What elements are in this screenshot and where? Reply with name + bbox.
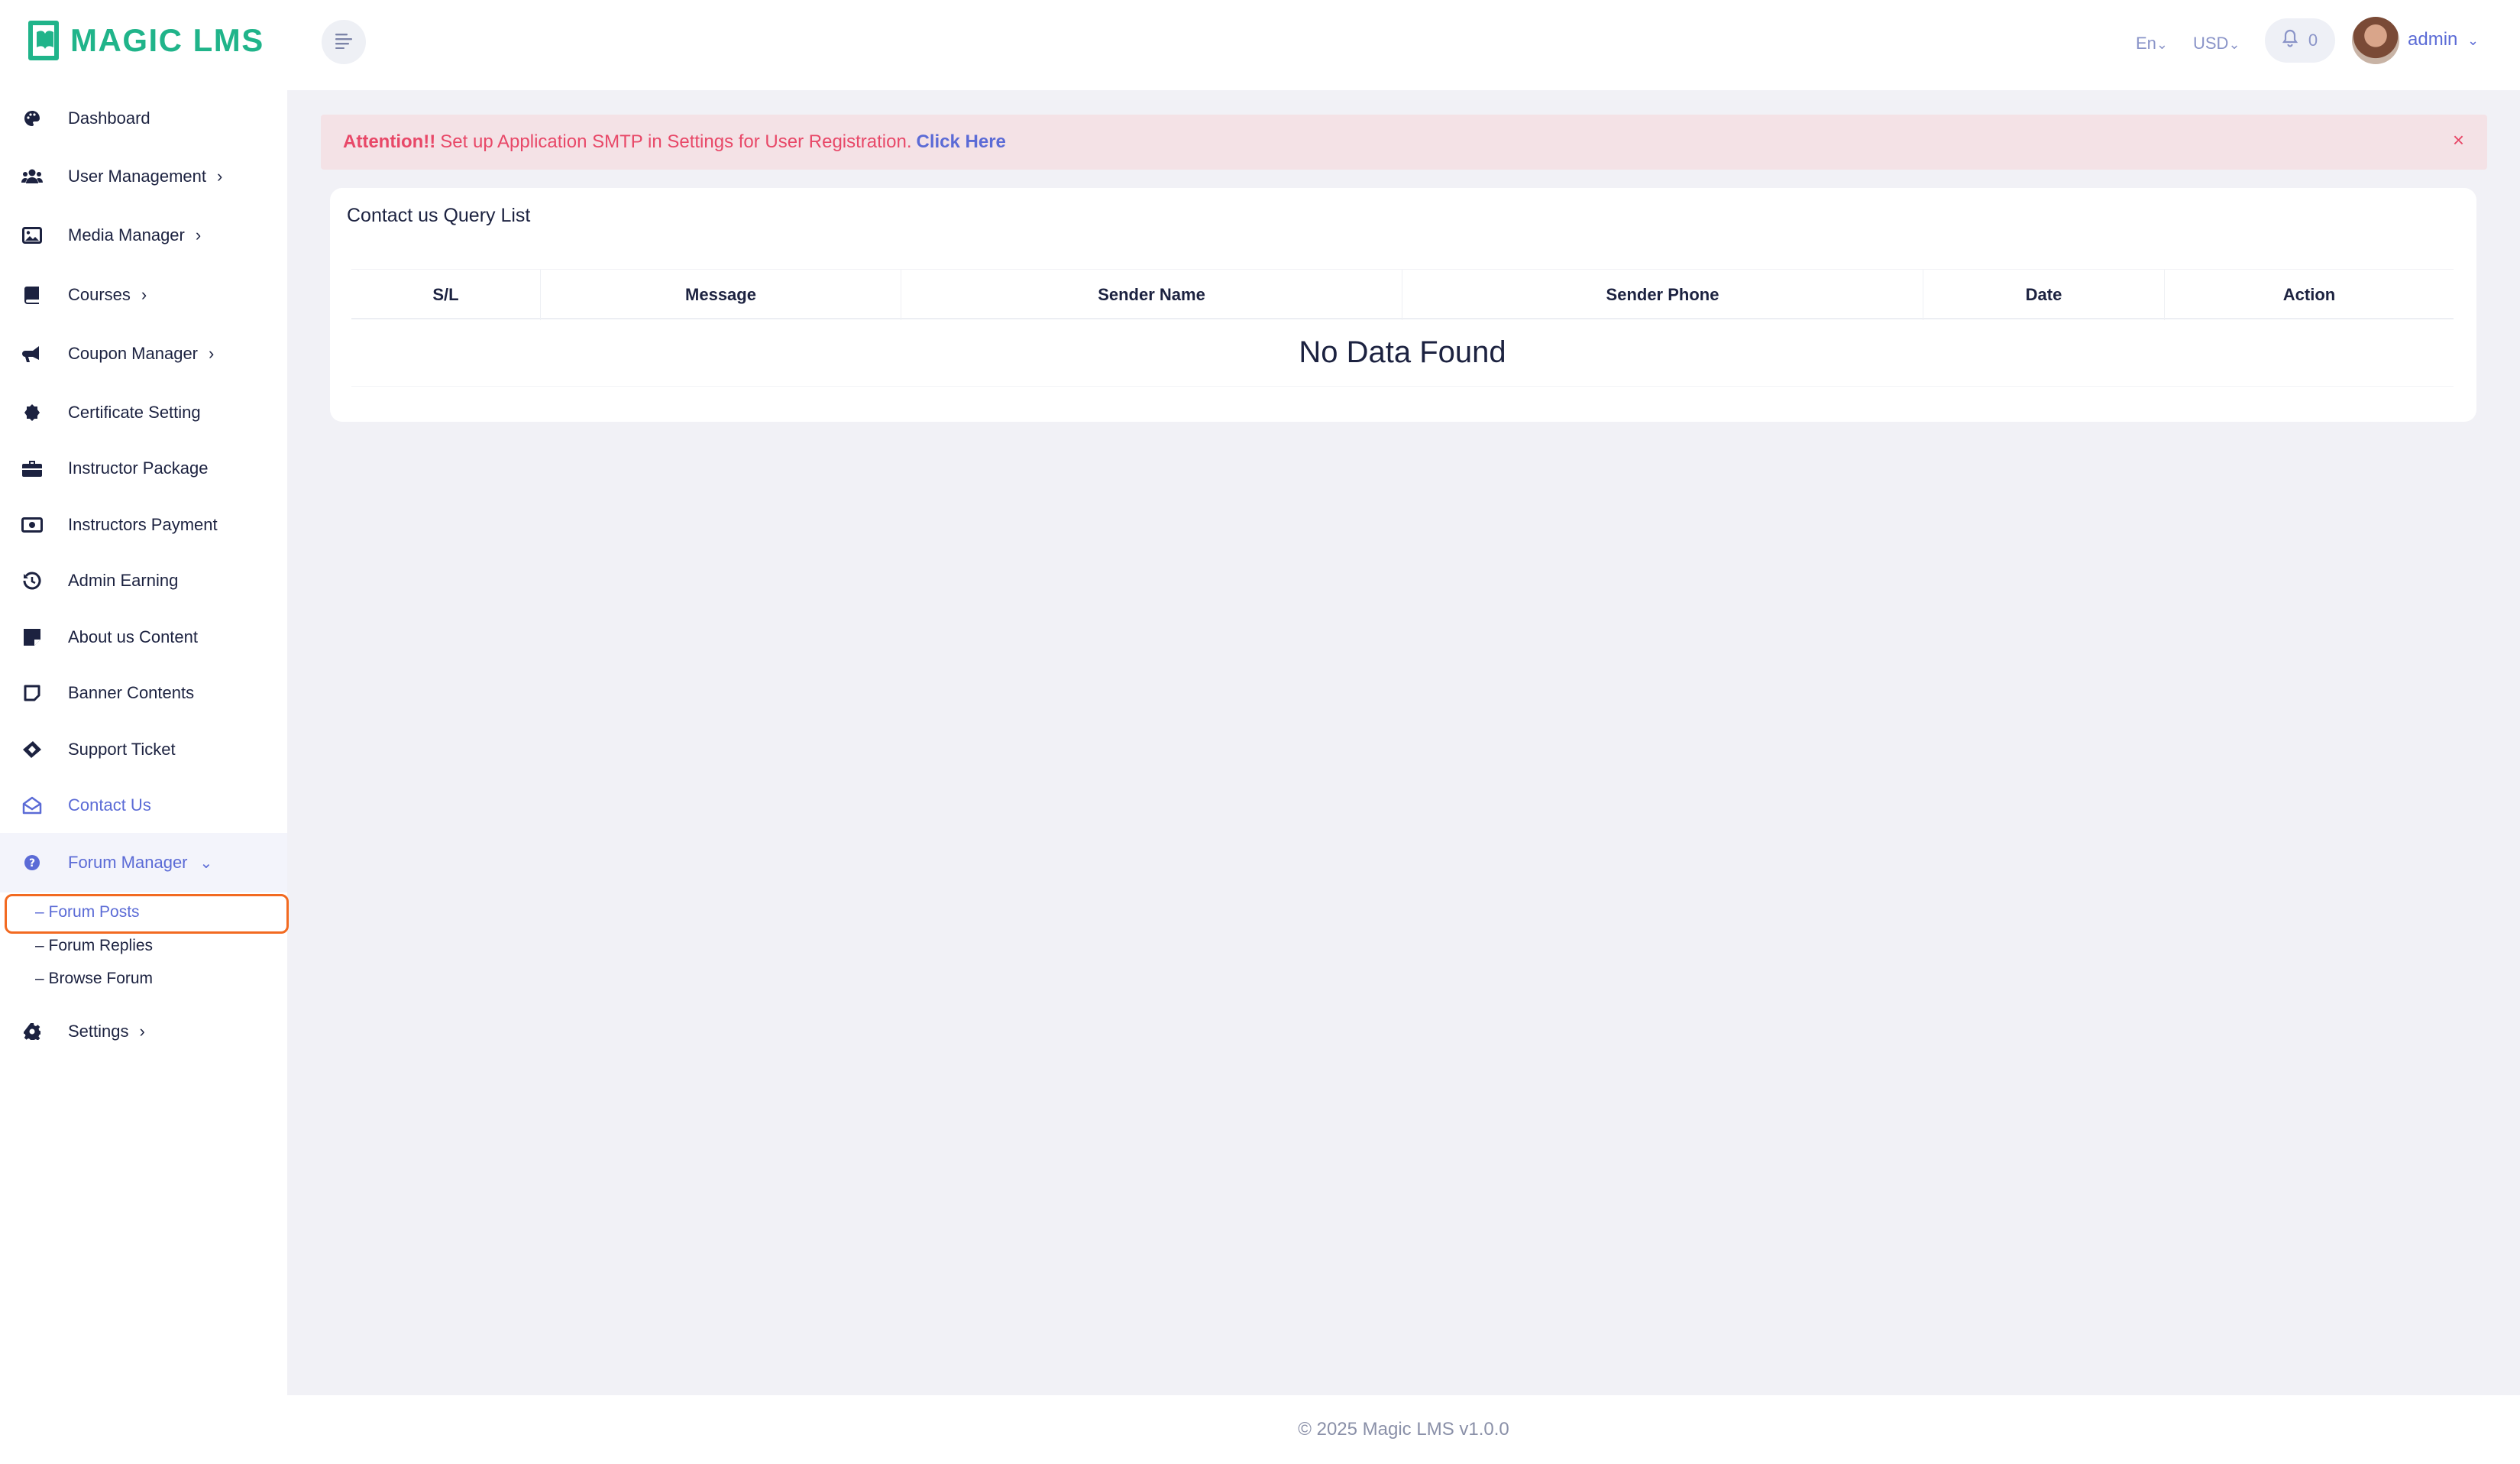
column-header: Sender Name xyxy=(901,270,1402,320)
sidebar-item-label: Contact Us xyxy=(68,795,151,815)
envelope-open-icon xyxy=(21,795,43,816)
column-header: Action xyxy=(2282,285,2336,304)
chevron-right-icon: › xyxy=(139,1022,145,1041)
sidebar-item-label: Admin Earning xyxy=(68,571,179,590)
users-icon xyxy=(21,166,43,187)
briefcase-icon xyxy=(21,458,43,479)
money-icon xyxy=(21,514,43,536)
ticket-icon xyxy=(21,739,43,760)
sidebar-item-media-manager[interactable]: Media Manager › xyxy=(0,207,287,264)
sidebar-item-user-management[interactable]: User Management › xyxy=(0,148,287,205)
sticky-note-icon xyxy=(21,682,43,704)
notification-count: 0 xyxy=(2308,31,2318,50)
chevron-right-icon: › xyxy=(209,344,215,363)
notifications-button[interactable]: 0 xyxy=(2265,18,2335,63)
chevron-right-icon: › xyxy=(216,167,223,186)
image-icon xyxy=(21,225,43,246)
sidebar-item-courses[interactable]: Courses › xyxy=(0,267,287,323)
column-header: Message xyxy=(541,270,901,320)
alert-message: Set up Application SMTP in Settings for … xyxy=(440,131,912,152)
chevron-right-icon: › xyxy=(141,285,147,304)
contact-query-card: Contact us Query List S/L Message Sender… xyxy=(330,188,2476,422)
sidebar-item-coupon-manager[interactable]: Coupon Manager › xyxy=(0,326,287,382)
submenu-item-forum-replies[interactable]: – Forum Replies xyxy=(35,937,153,955)
language-select[interactable]: En⌄ xyxy=(2136,34,2168,53)
logo-book-icon xyxy=(26,18,64,63)
logo[interactable]: MAGIC LMS xyxy=(26,17,264,64)
sidebar-item-support-ticket[interactable]: Support Ticket xyxy=(0,721,287,778)
sidebar-item-label: Dashboard xyxy=(68,109,150,128)
megaphone-icon xyxy=(21,343,43,364)
submenu-item-forum-posts[interactable]: – Forum Posts xyxy=(35,903,140,921)
question-circle-icon: ? xyxy=(21,852,43,873)
sidebar-toggle-button[interactable] xyxy=(322,20,366,64)
column-header: Sender Phone xyxy=(1402,270,1923,320)
sidebar-item-label: Instructor Package xyxy=(68,458,209,478)
sidebar-item-forum-manager[interactable]: ? Forum Manager ⌄ xyxy=(0,833,287,892)
sidebar-item-label: Support Ticket xyxy=(68,740,176,759)
chevron-right-icon: › xyxy=(195,225,202,245)
user-menu[interactable]: admin ⌄ xyxy=(2408,29,2479,50)
sidebar-item-label: Banner Contents xyxy=(68,683,195,702)
table-header: S/L Message Sender Name Sender Phone Dat… xyxy=(351,269,2454,320)
currency-select[interactable]: USD⌄ xyxy=(2193,34,2240,53)
sidebar-item-label: About us Content xyxy=(68,627,199,646)
sidebar-item-label: User Management › xyxy=(68,167,223,186)
palette-icon xyxy=(21,108,43,129)
sidebar-item-settings[interactable]: Settings › xyxy=(0,1003,287,1060)
bell-icon xyxy=(2282,29,2298,52)
avatar[interactable] xyxy=(2352,17,2399,64)
sidebar-item-contact-us[interactable]: Contact Us xyxy=(0,777,287,834)
sidebar-item-label: Instructors Payment xyxy=(68,515,218,534)
column-header: Date xyxy=(1923,270,2165,320)
smtp-alert: Attention!! Set up Application SMTP in S… xyxy=(321,115,2487,170)
sidebar-item-instructor-package[interactable]: Instructor Package xyxy=(0,440,287,497)
sidebar-item-certificate-setting[interactable]: Certificate Setting xyxy=(0,384,287,441)
note-icon xyxy=(21,627,43,648)
close-icon[interactable]: × xyxy=(2453,128,2464,152)
sidebar-item-admin-earning[interactable]: Admin Earning xyxy=(0,552,287,609)
history-icon xyxy=(21,570,43,591)
chevron-down-icon: ⌄ xyxy=(2228,37,2240,52)
chevron-down-icon: ⌄ xyxy=(2156,37,2169,52)
sidebar-item-dashboard[interactable]: Dashboard xyxy=(0,90,287,147)
footer: © 2025 Magic LMS v1.0.0 xyxy=(287,1395,2520,1464)
top-header: En⌄ USD⌄ 0 admin ⌄ xyxy=(287,0,2520,90)
chevron-down-icon: ⌄ xyxy=(2467,33,2480,48)
page-title: Contact us Query List xyxy=(347,205,531,226)
alert-strong: Attention!! xyxy=(343,131,436,152)
sidebar-item-banner-contents[interactable]: Banner Contents xyxy=(0,665,287,721)
menu-lines-icon xyxy=(334,32,354,53)
sidebar-item-label: Coupon Manager › xyxy=(68,344,215,363)
sidebar-item-label: Forum Manager ⌄ xyxy=(68,853,213,872)
sidebar: MAGIC LMS Dashboard User Management › Med… xyxy=(0,0,289,1464)
sidebar-item-label: Courses › xyxy=(68,285,147,304)
empty-state: No Data Found xyxy=(351,319,2454,387)
book-icon xyxy=(21,284,43,306)
badge-icon xyxy=(21,402,43,423)
sidebar-item-about-us-content[interactable]: About us Content xyxy=(0,609,287,666)
svg-text:?: ? xyxy=(29,857,35,870)
sidebar-item-label: Media Manager › xyxy=(68,225,202,245)
alert-link[interactable]: Click Here xyxy=(917,131,1006,153)
chevron-down-icon: ⌄ xyxy=(199,855,213,872)
sidebar-item-label: Settings › xyxy=(68,1022,145,1041)
sidebar-item-instructors-payment[interactable]: Instructors Payment xyxy=(0,497,287,553)
sidebar-item-label: Certificate Setting xyxy=(68,403,201,422)
gear-icon xyxy=(21,1021,43,1042)
logo-text: MAGIC LMS xyxy=(70,22,264,58)
column-header: S/L xyxy=(351,270,541,320)
submenu-item-browse-forum[interactable]: – Browse Forum xyxy=(35,970,153,988)
